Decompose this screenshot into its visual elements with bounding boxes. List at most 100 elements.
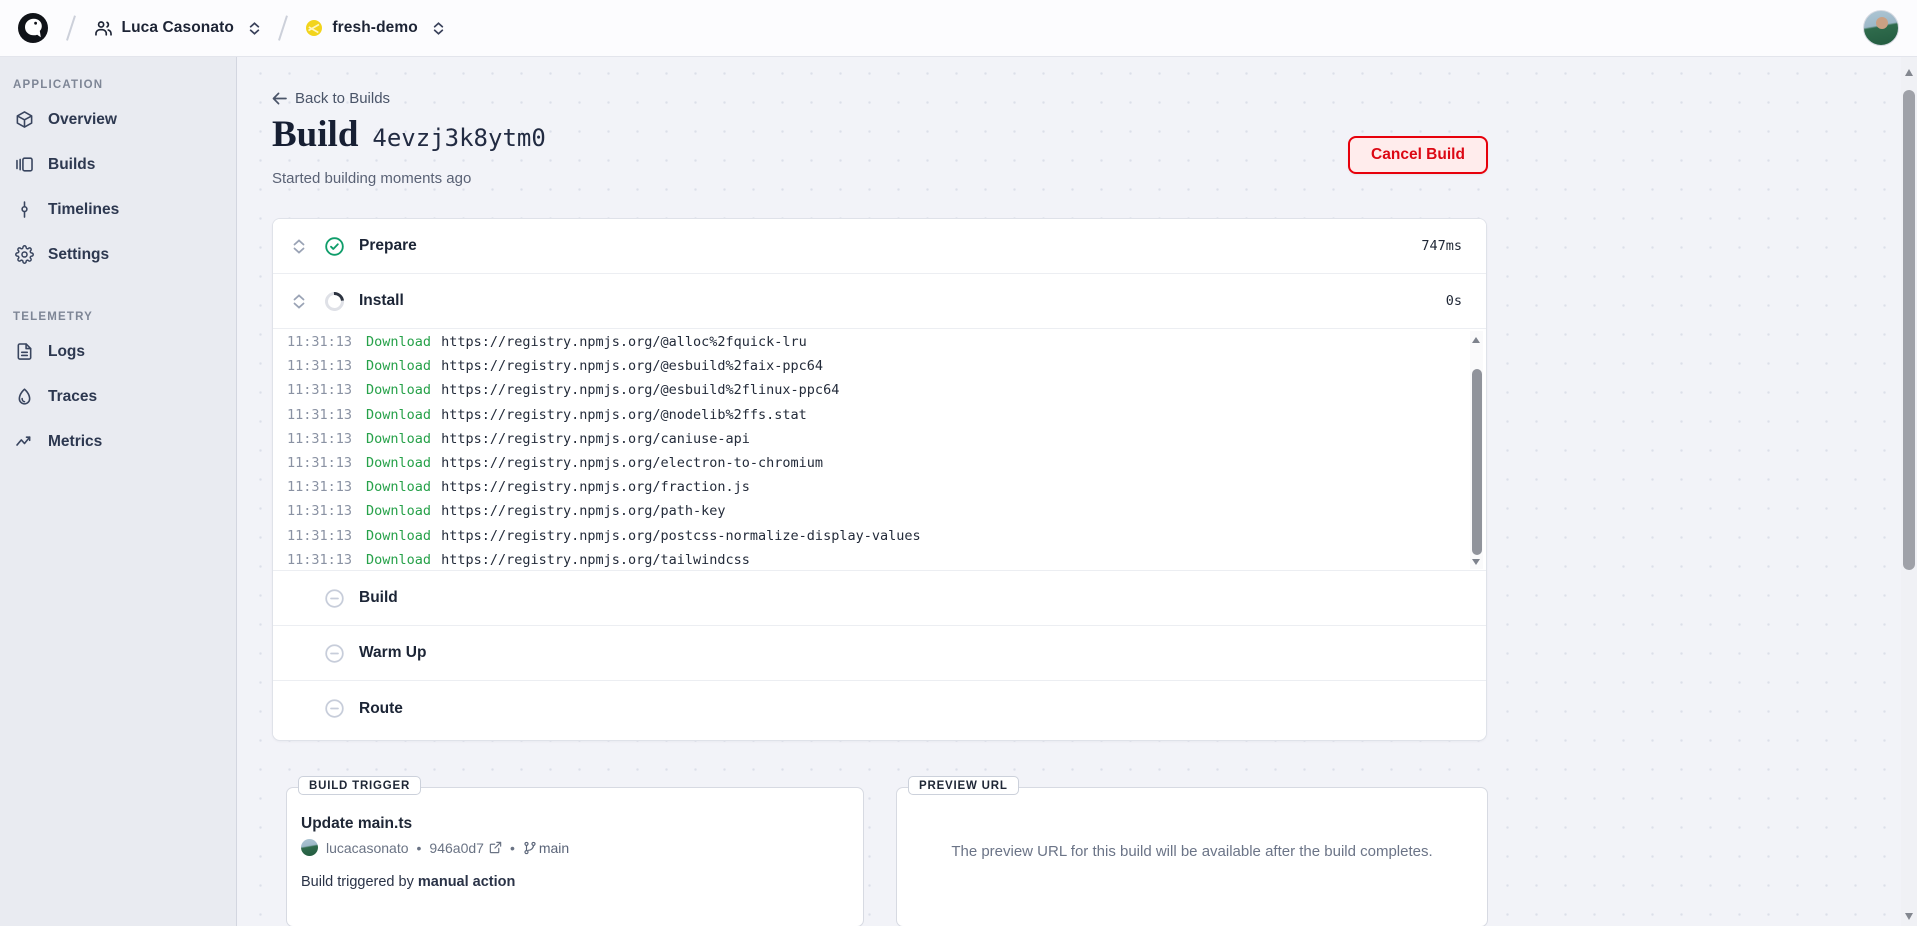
sidebar-item-traces[interactable]: Traces: [0, 374, 236, 419]
sidebar-item-logs[interactable]: Logs: [0, 329, 236, 374]
scroll-down-icon[interactable]: [1905, 913, 1913, 920]
step-row-warm-up[interactable]: Warm Up: [273, 626, 1486, 681]
sidebar-item-builds[interactable]: Builds: [0, 142, 236, 187]
commit-meta-row: lucacasonato • 946a0d7 •: [301, 839, 569, 856]
sidebar-item-settings[interactable]: Settings: [0, 232, 236, 277]
sidebar-item-label: Timelines: [48, 201, 119, 219]
back-to-builds-link[interactable]: Back to Builds: [272, 90, 390, 107]
page-title-word: Build: [272, 113, 358, 156]
meta-separator: •: [510, 840, 515, 856]
sidebar-item-label: Metrics: [48, 433, 102, 451]
build-steps-card: Prepare 747ms Install 0s 11:31:13Downloa…: [272, 218, 1487, 741]
sidebar: APPLICATION Overview Builds Timelines: [0, 57, 237, 926]
commit-title: Update main.ts: [301, 815, 412, 833]
branch-chip: main: [523, 840, 569, 856]
metrics-icon: [15, 432, 34, 451]
sidebar-item-label: Traces: [48, 388, 97, 406]
step-name: Install: [359, 292, 404, 310]
lemon-icon: [305, 19, 323, 37]
step-row-prepare[interactable]: Prepare 747ms: [273, 219, 1486, 274]
author-avatar: [301, 839, 318, 856]
step-duration: 0s: [1446, 293, 1462, 309]
chevron-updown-icon: [249, 22, 260, 35]
log-scrollbar-thumb[interactable]: [1472, 369, 1482, 555]
minus-circle-icon: [323, 587, 345, 609]
main-content: Back to Builds Build 4evzj3k8ytm0 Starte…: [238, 57, 1901, 926]
sidebar-item-timelines[interactable]: Timelines: [0, 187, 236, 232]
build-trigger-card: BUILD TRIGGER Update main.ts lucacasonat…: [286, 787, 864, 926]
log-scrollbar[interactable]: [1470, 331, 1483, 569]
step-name: Build: [359, 589, 398, 607]
sidebar-section-telemetry: TELEMETRY: [13, 311, 236, 323]
commit-hash: 946a0d7: [429, 840, 484, 856]
logs-icon: [15, 342, 34, 361]
scroll-down-icon[interactable]: [1472, 559, 1480, 565]
timeline-icon: [15, 200, 34, 219]
log-line: 11:31:13Downloadhttps://registry.npmjs.o…: [287, 548, 1460, 571]
cancel-build-button[interactable]: Cancel Build: [1348, 136, 1488, 174]
log-line: 11:31:13Downloadhttps://registry.npmjs.o…: [287, 354, 1460, 378]
log-line: 11:31:13Downloadhttps://registry.npmjs.o…: [287, 427, 1460, 451]
log-line: 11:31:13Downloadhttps://registry.npmjs.o…: [287, 451, 1460, 475]
log-line: 11:31:13Downloadhttps://registry.npmjs.o…: [287, 378, 1460, 402]
step-row-install[interactable]: Install 0s: [273, 274, 1486, 329]
build-status-subtitle: Started building moments ago: [272, 170, 471, 187]
breadcrumb-separator: [278, 15, 287, 40]
step-row-route[interactable]: Route: [273, 681, 1486, 736]
flame-icon: [15, 387, 34, 406]
sidebar-item-label: Settings: [48, 246, 109, 264]
cube-icon: [15, 110, 34, 129]
sidebar-item-metrics[interactable]: Metrics: [0, 419, 236, 464]
breadcrumb-org-label: Luca Casonato: [122, 19, 234, 37]
log-line: 11:31:13Downloadhttps://registry.npmjs.o…: [287, 475, 1460, 499]
sidebar-item-label: Overview: [48, 111, 117, 129]
preview-url-message: The preview URL for this build will be a…: [897, 843, 1487, 860]
builds-icon: [15, 155, 34, 174]
trigger-reason: Build triggered by manual action: [301, 874, 515, 890]
branch-name: main: [539, 840, 569, 856]
step-name: Route: [359, 700, 403, 718]
sidebar-item-overview[interactable]: Overview: [0, 97, 236, 142]
breadcrumb-project-label: fresh-demo: [332, 19, 417, 37]
chevron-updown-icon: [433, 22, 444, 35]
back-link-label: Back to Builds: [295, 90, 390, 107]
expand-collapse-icon[interactable]: [293, 239, 307, 254]
step-duration: 747ms: [1421, 238, 1462, 254]
page-scrollbar-thumb[interactable]: [1903, 90, 1915, 570]
breadcrumb-project-selector[interactable]: fresh-demo: [305, 19, 443, 37]
build-id: 4evzj3k8ytm0: [372, 124, 545, 152]
page-scrollbar[interactable]: [1901, 57, 1917, 926]
user-avatar[interactable]: [1863, 10, 1899, 46]
log-line: 11:31:13Downloadhttps://registry.npmjs.o…: [287, 330, 1460, 354]
deno-logo[interactable]: [18, 13, 48, 43]
minus-circle-icon: [323, 698, 345, 720]
step-row-build[interactable]: Build: [273, 571, 1486, 626]
gear-icon: [15, 245, 34, 264]
preview-url-label: PREVIEW URL: [908, 776, 1019, 795]
page-title: Build 4evzj3k8ytm0: [272, 113, 546, 156]
trigger-type: manual action: [418, 874, 516, 890]
team-icon: [94, 19, 113, 38]
sidebar-item-label: Logs: [48, 343, 85, 361]
breadcrumb-org-selector[interactable]: Luca Casonato: [94, 19, 260, 38]
log-line: 11:31:13Downloadhttps://registry.npmjs.o…: [287, 524, 1460, 548]
step-name: Prepare: [359, 237, 417, 255]
spinner-icon: [323, 290, 345, 312]
commit-hash-link[interactable]: 946a0d7: [429, 840, 502, 856]
commit-author: lucacasonato: [326, 840, 409, 856]
build-trigger-label: BUILD TRIGGER: [298, 776, 421, 795]
expand-collapse-icon[interactable]: [293, 294, 307, 309]
meta-separator: •: [417, 840, 422, 856]
scroll-up-icon[interactable]: [1905, 69, 1913, 76]
external-link-icon: [489, 841, 502, 854]
breadcrumb-separator: [66, 15, 75, 40]
topbar: Luca Casonato fresh-demo: [0, 0, 1917, 57]
scroll-up-icon[interactable]: [1472, 337, 1480, 343]
log-line: 11:31:13Downloadhttps://registry.npmjs.o…: [287, 403, 1460, 427]
sidebar-item-label: Builds: [48, 156, 95, 174]
check-circle-icon: [323, 235, 345, 257]
git-branch-icon: [523, 841, 537, 855]
arrow-left-icon: [272, 92, 287, 105]
install-log-viewport: 11:31:13Downloadhttps://registry.npmjs.o…: [273, 329, 1486, 571]
minus-circle-icon: [323, 642, 345, 664]
